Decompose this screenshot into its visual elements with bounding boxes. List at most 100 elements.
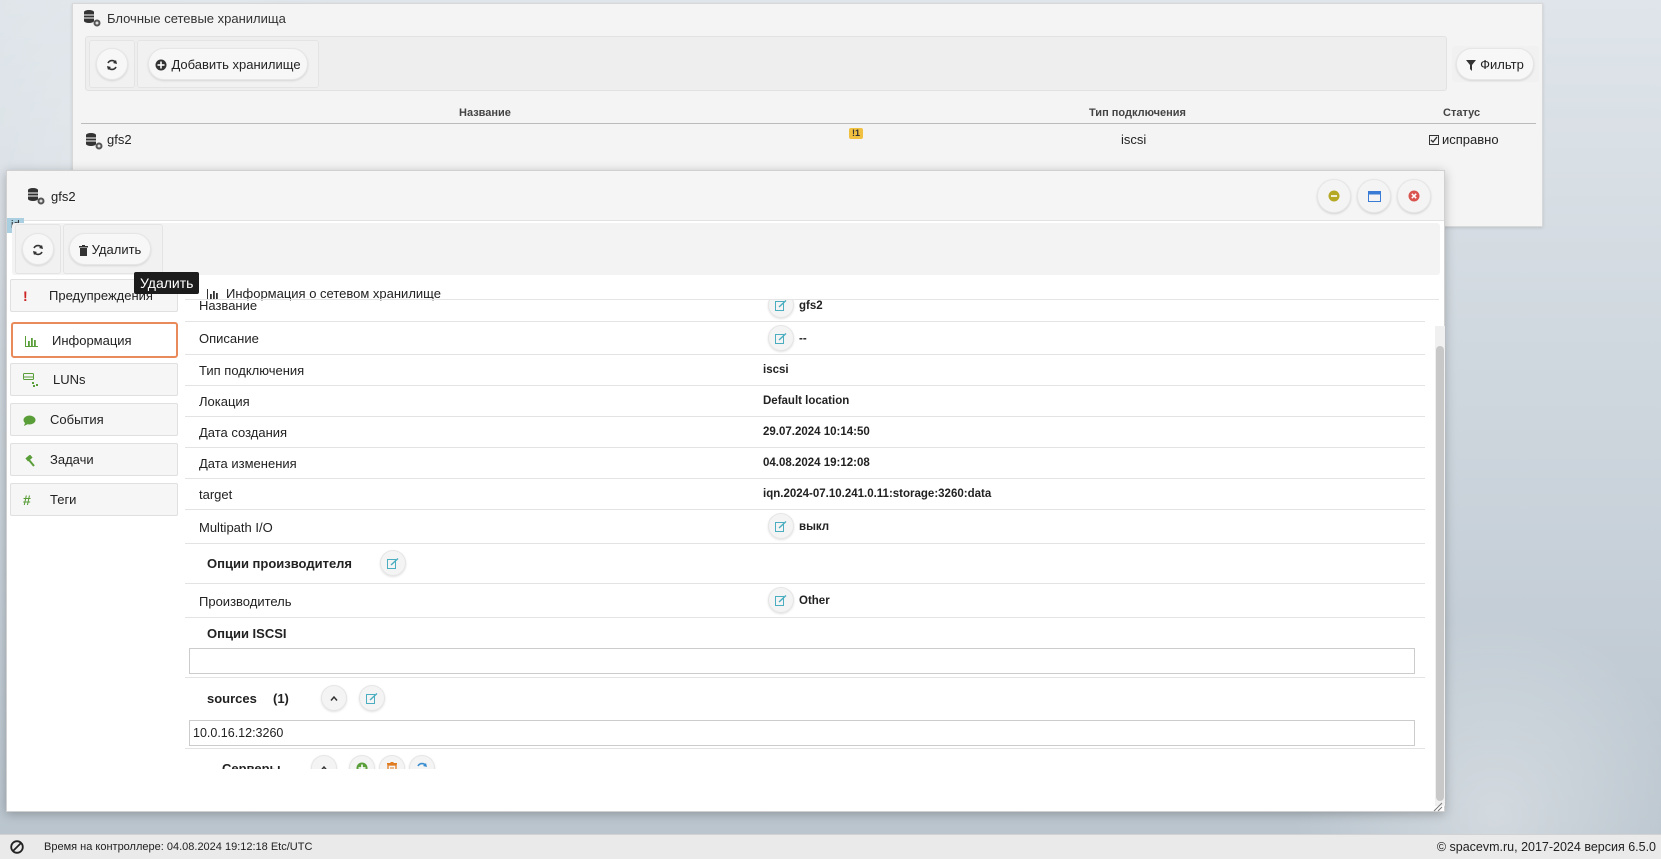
collapse-sources-button[interactable] [321,685,347,711]
status-text: исправно [1442,132,1499,147]
modal-title: gfs2 [27,187,76,205]
column-header-status[interactable]: Статус [1443,107,1480,119]
edit-name-button[interactable] [768,300,794,318]
tab-info[interactable]: Информация [11,322,178,358]
plus-circle-icon [155,57,167,72]
info-row-created: Дата создания 29.07.2024 10:14:50 [185,417,1425,448]
edit-description-button[interactable] [768,325,794,351]
tab-label: LUNs [53,372,86,387]
section-title: Опции производителя [207,556,353,571]
storage-name[interactable]: gfs2 [107,132,132,147]
add-storage-button[interactable]: Добавить хранилище [148,48,308,80]
tab-luns[interactable]: LUNs [10,363,178,396]
info-label: Дата создания [199,425,288,440]
sources-count: (1) [273,691,289,706]
info-label: Локация [199,394,250,409]
edit-icon [387,557,399,569]
section-title: Опции ISCSI [207,626,287,641]
modal-title-text: gfs2 [51,188,76,204]
edit-icon [366,692,378,704]
chevron-up-icon [320,765,328,769]
resize-handle-icon[interactable] [1433,800,1443,812]
add-storage-button-wrap: Добавить хранилище [137,40,319,88]
trash-icon [78,242,88,257]
info-label: Дата изменения [199,456,297,471]
refresh-button[interactable] [96,48,128,80]
close-button[interactable] [1397,179,1431,213]
controller-time: Время на контроллере: 04.08.2024 19:12:1… [44,841,313,853]
delete-button-wrap: Удалить [63,224,163,274]
filter-icon [1466,57,1477,72]
tab-label: Задачи [50,452,94,467]
tab-label: Информация [52,332,132,348]
add-server-button[interactable] [349,755,375,769]
edit-icon [775,594,787,606]
comment-icon [23,412,36,427]
info-scrollbar[interactable] [1435,326,1445,806]
edit-multipath-button[interactable] [768,513,794,539]
filter-button[interactable]: Фильтр [1456,48,1534,80]
status-bar: Время на контроллере: 04.08.2024 19:12:1… [0,834,1661,859]
minimize-button[interactable] [1317,179,1351,213]
delete-label: Удалить [91,241,142,257]
info-label: Описание [199,331,259,346]
info-value: 29.07.2024 10:14:50 [763,426,870,438]
info-value: -- [799,333,807,345]
info-row-target: target iqn.2024-07.10.241.0.11:storage:3… [185,479,1425,510]
refresh-servers-button[interactable] [409,755,435,769]
edit-icon [775,332,787,344]
storage-detail-window: gfs2 id Удалить Удалить ! Предупре [6,170,1445,812]
info-row-description: Описание -- [185,322,1425,355]
scrollbar-thumb[interactable] [1436,346,1444,801]
edit-sources-button[interactable] [359,685,385,711]
delete-button[interactable]: Удалить [69,233,151,265]
info-row-multipath: Multipath I/O выкл [185,510,1425,544]
copyright: © spacevm.ru, 2017-2024 версия 6.5.0 [1436,840,1656,854]
tab-label: Теги [50,492,77,507]
source-item: 10.0.16.12:3260 [189,720,1415,746]
collapse-servers-button[interactable] [311,755,337,769]
storage-status: исправно [1429,132,1499,147]
table-row[interactable]: gfs2 iscsi исправно [81,128,1536,156]
filter-label: Фильтр [1480,56,1524,72]
storage-icon [83,9,101,27]
delete-server-button[interactable] [379,755,405,769]
tab-tags[interactable]: # Теги [10,483,178,516]
modal-header[interactable]: gfs2 [7,171,1444,221]
column-header-connection[interactable]: Тип подключения [1089,107,1186,119]
storage-table-header: Название Тип подключения Статус [81,100,1536,124]
trash-icon [387,762,397,769]
column-header-name[interactable]: Название [459,107,511,119]
sources-title: sources [207,691,257,706]
add-storage-label: Добавить хранилище [171,56,301,72]
refresh-button[interactable] [22,233,54,265]
edit-vendor-options-button[interactable] [380,550,406,576]
delete-tooltip: Удалить [134,272,200,294]
tab-tasks[interactable]: Задачи [10,443,178,476]
modal-refresh-wrap [15,224,61,274]
status-left: Время на контроллере: 04.08.2024 19:12:1… [0,840,312,854]
tab-events[interactable]: События [10,403,178,436]
maximize-button[interactable] [1357,179,1391,213]
warning-badge[interactable]: !1 [849,128,864,139]
ban-icon[interactable] [10,840,24,854]
iscsi-options-box [189,648,1415,674]
storage-icon [85,132,103,150]
close-icon [1408,190,1420,202]
plus-circle-icon [356,762,368,769]
edit-vendor-button[interactable] [768,587,794,613]
lun-icon [23,372,39,388]
info-row-modified: Дата изменения 04.08.2024 19:12:08 [185,448,1425,479]
storage-list-title: Блочные сетевые хранилища [107,10,286,26]
servers-section: Серверы [185,749,1425,769]
info-table: Название gfs2 Описание -- Тип подключени… [185,299,1439,769]
exclamation-icon: ! [23,287,28,304]
gavel-icon [23,452,36,467]
refresh-button-wrap [89,40,135,88]
refresh-icon [417,762,427,767]
info-row-location: Локация Default location [185,386,1425,417]
storage-list-header: Блочные сетевые хранилища [73,4,1542,32]
window-maximize-icon [1367,190,1381,202]
servers-title: Серверы [222,761,281,769]
info-label: Название [199,299,258,313]
